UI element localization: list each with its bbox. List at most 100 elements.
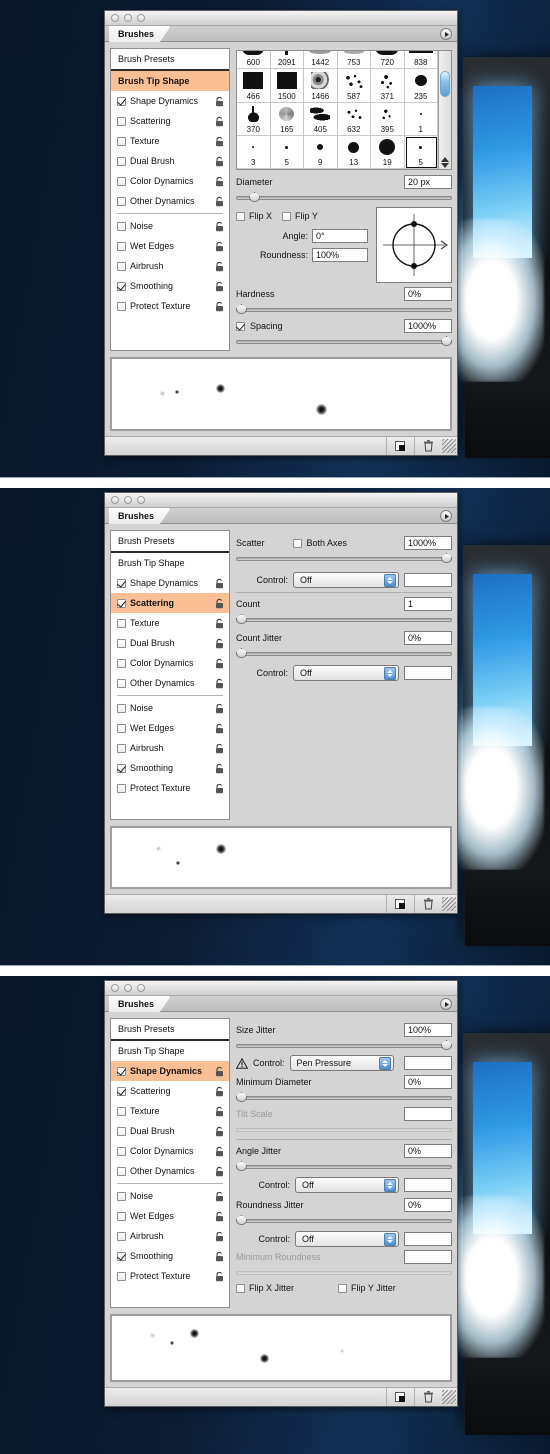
angle-roundness-control[interactable]	[376, 207, 452, 283]
checkbox-airbrush[interactable]	[117, 1231, 126, 1241]
sidebar-item-dual-brush[interactable]: Dual Brush	[111, 1121, 229, 1141]
minimize-button[interactable]	[124, 14, 132, 22]
shape-dynamics-options[interactable]: Size Jitter 100% Control: Pen Pressure M…	[236, 1018, 452, 1308]
checkbox-color-dynamics[interactable]	[117, 658, 126, 668]
zoom-button[interactable]	[137, 14, 145, 22]
brush-tip-cell[interactable]: 753	[337, 51, 371, 69]
lock-icon[interactable]	[214, 1146, 225, 1157]
window-titlebar[interactable]	[105, 11, 457, 26]
trash-icon[interactable]	[414, 895, 442, 913]
lock-icon[interactable]	[214, 1271, 225, 1282]
checkbox-smoothing[interactable]	[117, 281, 126, 291]
scrollbar-arrows[interactable]	[439, 157, 451, 169]
checkbox-wet-edges[interactable]	[117, 723, 126, 733]
sidebar-item-shape-dynamics[interactable]: Shape Dynamics	[111, 91, 229, 111]
size-jitter-slider[interactable]	[236, 1039, 452, 1051]
checkbox-noise[interactable]	[117, 1191, 126, 1201]
lock-icon[interactable]	[214, 703, 225, 714]
close-button[interactable]	[111, 14, 119, 22]
size-control-field[interactable]	[404, 1056, 452, 1070]
lock-icon[interactable]	[214, 261, 225, 272]
lock-icon[interactable]	[214, 1251, 225, 1262]
popup-arrows-icon[interactable]	[378, 1057, 391, 1070]
sidebar-item-wet-edges[interactable]: Wet Edges	[111, 1206, 229, 1226]
checkbox-noise[interactable]	[117, 221, 126, 231]
brush-options-list[interactable]: Brush Presets Brush Tip Shape Shape Dyna…	[110, 530, 230, 820]
brush-tip-cell[interactable]: 2091	[270, 51, 304, 69]
angle-control-popup[interactable]: Off	[295, 1177, 399, 1193]
lock-icon[interactable]	[214, 1191, 225, 1202]
sidebar-item-protect-texture[interactable]: Protect Texture	[111, 778, 229, 798]
lock-icon[interactable]	[214, 196, 225, 207]
sidebar-item-other-dynamics[interactable]: Other Dynamics	[111, 1161, 229, 1181]
brushes-panel-3[interactable]: Brushes Brush Presets Brush Tip Shape Sh…	[104, 980, 458, 1407]
sidebar-item-wet-edges[interactable]: Wet Edges	[111, 236, 229, 256]
count-slider[interactable]	[236, 613, 452, 625]
lock-icon[interactable]	[214, 96, 225, 107]
lock-icon[interactable]	[214, 763, 225, 774]
checkbox-protect-texture[interactable]	[117, 783, 126, 793]
scatter-control-field[interactable]	[404, 573, 452, 587]
brush-tip-cell[interactable]: 587	[337, 69, 371, 103]
zoom-button[interactable]	[137, 984, 145, 992]
sidebar-item-airbrush[interactable]: Airbrush	[111, 1226, 229, 1246]
scrollbar-thumb[interactable]	[440, 71, 450, 97]
sidebar-item-smoothing[interactable]: Smoothing	[111, 1246, 229, 1266]
angle-field[interactable]: 0°	[312, 229, 368, 243]
brush-tip-cell[interactable]: 405	[304, 103, 338, 136]
sidebar-item-scattering[interactable]: Scattering	[111, 593, 229, 613]
brush-tip-cell[interactable]: 13	[337, 136, 371, 169]
checkbox-flip-y[interactable]	[282, 211, 292, 221]
lock-icon[interactable]	[214, 156, 225, 167]
brushes-panel-2[interactable]: Brushes Brush Presets Brush Tip Shape Sh…	[104, 492, 458, 914]
minimize-button[interactable]	[124, 984, 132, 992]
spacing-field[interactable]: 1000%	[404, 319, 452, 333]
checkbox-scattering[interactable]	[117, 1086, 126, 1096]
palette-menu-arrow-icon[interactable]	[440, 998, 452, 1010]
lock-icon[interactable]	[214, 783, 225, 794]
sidebar-item-smoothing[interactable]: Smoothing	[111, 276, 229, 296]
checkbox-shape-dynamics[interactable]	[117, 1066, 126, 1076]
checkbox-airbrush[interactable]	[117, 743, 126, 753]
brush-tip-cell[interactable]: 5	[270, 136, 304, 169]
scatter-control-popup[interactable]: Off	[293, 572, 399, 588]
sidebar-item-brush-tip-shape[interactable]: Brush Tip Shape	[111, 1041, 229, 1061]
trash-icon[interactable]	[414, 437, 442, 455]
scatter-slider[interactable]	[236, 552, 452, 564]
checkbox-protect-texture[interactable]	[117, 1271, 126, 1281]
sidebar-item-wet-edges[interactable]: Wet Edges	[111, 718, 229, 738]
count-field[interactable]: 1	[404, 597, 452, 611]
lock-icon[interactable]	[214, 1231, 225, 1242]
minimum-diameter-slider[interactable]	[236, 1091, 452, 1103]
lock-icon[interactable]	[214, 638, 225, 649]
checkbox-shape-dynamics[interactable]	[117, 96, 126, 106]
brushes-panel-1[interactable]: Brushes Brush Presets Brush Tip Shape Sh…	[104, 10, 458, 456]
checkbox-color-dynamics[interactable]	[117, 176, 126, 186]
sidebar-item-shape-dynamics[interactable]: Shape Dynamics	[111, 1061, 229, 1081]
checkbox-wet-edges[interactable]	[117, 241, 126, 251]
checkbox-other-dynamics[interactable]	[117, 1166, 126, 1176]
lock-icon[interactable]	[214, 301, 225, 312]
size-jitter-field[interactable]: 100%	[404, 1023, 452, 1037]
brush-tip-cell[interactable]: 838	[404, 51, 438, 69]
lock-icon[interactable]	[214, 1211, 225, 1222]
brush-options-list[interactable]: Brush Presets Brush Tip Shape Shape Dyna…	[110, 48, 230, 351]
lock-icon[interactable]	[214, 281, 225, 292]
count-jitter-field[interactable]: 0%	[404, 631, 452, 645]
brush-tip-cell[interactable]: 3	[237, 136, 271, 169]
roundness-jitter-slider[interactable]	[236, 1214, 452, 1226]
zoom-button[interactable]	[137, 496, 145, 504]
sidebar-item-brush-tip-shape[interactable]: Brush Tip Shape	[111, 553, 229, 573]
brush-tip-cell-selected[interactable]: 5	[404, 136, 438, 169]
checkbox-texture[interactable]	[117, 136, 126, 146]
tab-brushes[interactable]: Brushes	[109, 508, 172, 524]
angle-jitter-slider[interactable]	[236, 1160, 452, 1172]
angle-control-field[interactable]	[404, 1178, 452, 1192]
popup-arrows-icon[interactable]	[384, 1179, 396, 1192]
checkbox-protect-texture[interactable]	[117, 301, 126, 311]
brush-tip-cell[interactable]: 235	[404, 69, 438, 103]
palette-menu-arrow-icon[interactable]	[440, 28, 452, 40]
lock-icon[interactable]	[214, 1126, 225, 1137]
checkbox-texture[interactable]	[117, 1106, 126, 1116]
checkbox-scattering[interactable]	[117, 116, 126, 126]
